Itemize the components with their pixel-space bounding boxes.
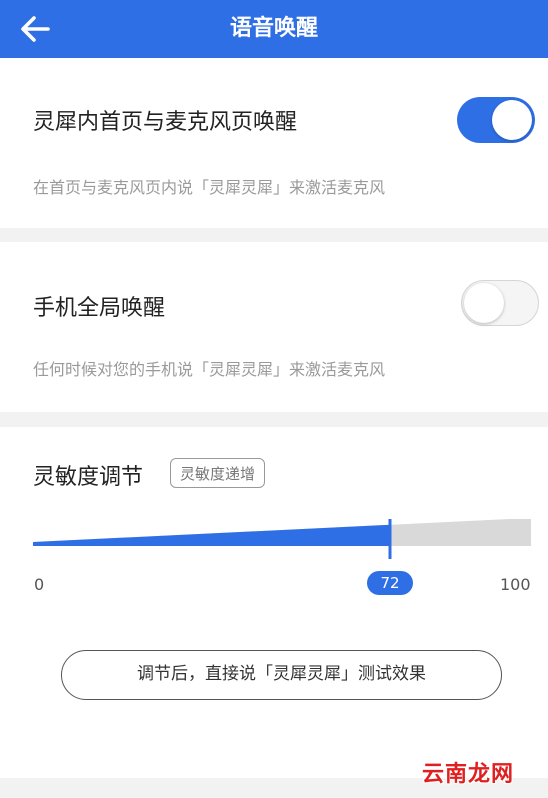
toggle-knob — [464, 282, 504, 323]
watermark-logo: 云南龙网 — [421, 762, 514, 787]
home-wake-toggle[interactable] — [457, 97, 535, 143]
test-effect-button[interactable]: 调节后，直接说「灵犀灵犀」测试效果 — [61, 650, 502, 700]
slider-min-label: 0 — [34, 575, 45, 594]
home-wake-title: 灵犀内首页与麦克风页唤醒 — [33, 110, 298, 135]
sensitivity-tag: 灵敏度递增 — [170, 458, 266, 488]
page-title: 语音唤醒 — [229, 16, 318, 41]
global-wake-toggle[interactable] — [461, 280, 539, 326]
app-header: 语音唤醒 — [0, 0, 548, 58]
home-wake-description: 在首页与麦克风页内说「灵犀灵犀」来激活麦克风 — [33, 178, 386, 197]
toggle-knob — [492, 100, 532, 140]
global-wake-card: 手机全局唤醒 任何时候对您的手机说「灵犀灵犀」来激活麦克风 — [0, 242, 548, 412]
slider-max-label: 100 — [500, 575, 531, 594]
global-wake-description: 任何时候对您的手机说「灵犀灵犀」来激活麦克风 — [33, 360, 386, 379]
sensitivity-card: 灵敏度调节 灵敏度递增 0 72 100 调节后，直接说「灵犀灵犀」测试效果 — [0, 427, 548, 778]
slider-value-badge: 72 — [367, 571, 413, 595]
slider-fill — [33, 524, 390, 546]
home-wake-card: 灵犀内首页与麦克风页唤醒 在首页与麦克风页内说「灵犀灵犀」来激活麦克风 — [0, 58, 548, 228]
sensitivity-title: 灵敏度调节 — [33, 465, 144, 490]
sensitivity-slider[interactable] — [33, 519, 531, 569]
global-wake-title: 手机全局唤醒 — [33, 296, 166, 321]
